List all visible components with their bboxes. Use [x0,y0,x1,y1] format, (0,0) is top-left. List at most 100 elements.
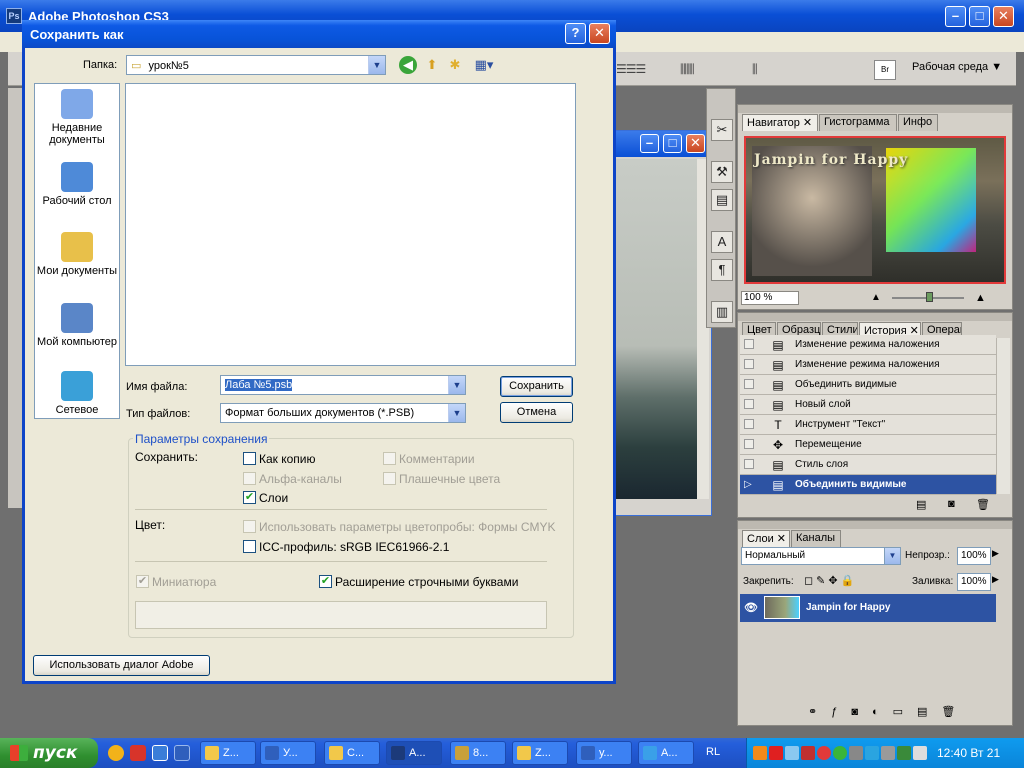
use-adobe-dialog-button[interactable]: Использовать диалог Adobe [33,655,210,676]
fill-input[interactable]: 100% [957,573,991,591]
tab-channels[interactable]: Каналы [791,530,841,547]
blend-mode-select[interactable]: Нормальный ▼ [741,547,901,565]
tray-device-icon[interactable] [849,746,863,760]
place-recent-documents[interactable]: Недавние документы [35,89,119,146]
tray-security-icon[interactable] [801,746,815,760]
quicklaunch-window-icon[interactable] [152,745,168,761]
back-icon[interactable]: ◀ [399,56,417,74]
folder-select[interactable]: ▭ урок№5 ▼ [126,55,386,75]
layer-comps-icon[interactable]: ▥ [711,301,733,323]
auto-align-icon[interactable]: ⫼ [752,62,757,76]
tray-usb-icon[interactable] [881,746,895,760]
close-icon[interactable]: ✕ [803,117,812,129]
history-source-checkbox[interactable] [744,359,754,369]
history-scrollbar[interactable] [996,338,1010,494]
fill-arrow-icon[interactable]: ▶ [992,574,999,585]
place-my-computer[interactable]: Мой компьютер [35,303,119,348]
brushes-icon[interactable]: ⚒ [711,161,733,183]
navigator-preview[interactable]: Jampin for Happy [744,136,1006,284]
document-canvas[interactable] [615,159,697,499]
tray-icq-icon[interactable] [833,746,847,760]
history-item[interactable]: ▤ Изменение режима наложения [740,355,996,375]
place-my-documents[interactable]: Мои документы [35,232,119,277]
place-desktop[interactable]: Рабочий стол [35,162,119,207]
save-button[interactable]: Сохранить [500,376,573,397]
lock-icons[interactable]: ◻✎✥🔒 [804,574,857,587]
opacity-input[interactable]: 100% [957,547,991,565]
quicklaunch-aim-icon[interactable] [108,745,124,761]
spot-colors-checkbox[interactable] [383,472,396,485]
doc-close-button[interactable]: ✕ [686,134,705,153]
taskbar-task-button[interactable]: у... [576,741,632,765]
brush-preset-icon[interactable]: Br [874,60,896,80]
zoom-out-icon[interactable]: ▲ [871,292,881,303]
tray-flag-icon[interactable] [865,746,879,760]
history-item[interactable]: ▷ ▤ Объединить видимые [740,475,996,495]
tab-histogram[interactable]: Гистограмма [819,114,897,131]
taskbar-task-button[interactable]: У... [260,741,316,765]
align-top-icon[interactable]: ☰☰☰ [616,62,646,76]
tab-info[interactable]: Инфо [898,114,938,131]
history-item[interactable]: ✥ Перемещение [740,435,996,455]
paragraph-icon[interactable]: ¶ [711,259,733,281]
history-source-checkbox[interactable] [744,339,754,349]
zoom-slider-thumb[interactable] [926,292,933,302]
view-menu-icon[interactable]: ▦▾ [471,56,497,74]
new-folder-icon[interactable]: ✱ [446,56,464,74]
history-source-checkbox[interactable]: ▷ [744,479,754,490]
quicklaunch-app-icon[interactable] [130,745,146,761]
history-source-checkbox[interactable] [744,459,754,469]
doc-minimize-button[interactable]: – [640,134,659,153]
doc-maximize-button[interactable]: □ [663,134,682,153]
trash-icon[interactable]: 🗑 [976,498,990,511]
layers-checkbox[interactable]: ✔ [243,491,256,504]
eye-icon[interactable]: 👁 [744,601,758,614]
character-icon[interactable]: A [711,231,733,253]
start-button[interactable]: пуск [0,738,98,768]
taskbar-task-button[interactable]: Z... [200,741,256,765]
ps-minimize-button[interactable]: – [945,6,966,27]
new-document-icon[interactable]: ▤ [916,498,926,511]
snapshot-icon[interactable]: ◙ [948,498,955,510]
taskbar-task-button[interactable]: 8... [450,741,506,765]
language-indicator[interactable]: RL [706,746,720,758]
tray-antivirus-icon[interactable] [769,746,783,760]
filetype-select[interactable]: Формат больших документов (*.PSB) ▼ [220,403,466,423]
icc-profile-checkbox[interactable] [243,540,256,553]
place-network[interactable]: Сетевое [35,371,119,416]
tray-media-icon[interactable] [753,746,767,760]
clone-source-icon[interactable]: ▤ [711,189,733,211]
history-source-checkbox[interactable] [744,399,754,409]
zoom-in-icon[interactable]: ▲ [975,292,986,304]
up-folder-icon[interactable]: ⬆ [423,56,441,74]
taskbar-task-button[interactable]: С... [324,741,380,765]
opacity-arrow-icon[interactable]: ▶ [992,548,999,559]
alpha-channels-checkbox[interactable] [243,472,256,485]
tray-app-icon[interactable] [897,746,911,760]
tab-layers[interactable]: Слои ✕ [742,530,790,547]
filename-input[interactable]: Лаба №5.psb ▼ [220,375,466,395]
history-source-checkbox[interactable] [744,439,754,449]
ps-maximize-button[interactable]: □ [969,6,990,27]
history-item[interactable]: ▤ Новый слой [740,395,996,415]
cancel-button[interactable]: Отмена [500,402,573,423]
history-item[interactable]: ▤ Стиль слоя [740,455,996,475]
distribute-icon[interactable]: ⫼⫼⫼ [680,62,695,76]
help-button[interactable]: ? [565,23,586,44]
proof-setup-checkbox[interactable] [243,520,256,533]
zoom-input[interactable]: 100 % [741,291,799,305]
taskbar-task-button[interactable]: А... [386,741,442,765]
close-icon[interactable]: ✕ [777,533,786,545]
history-source-checkbox[interactable] [744,419,754,429]
taskbar-task-button[interactable]: Z... [512,741,568,765]
tray-opera-icon[interactable] [817,746,831,760]
thumbnail-checkbox[interactable]: ✔ [136,575,149,588]
as-copy-checkbox[interactable] [243,452,256,465]
quicklaunch-desktop-icon[interactable] [174,745,190,761]
history-item[interactable]: ▤ Объединить видимые [740,375,996,395]
tab-navigator[interactable]: Навигатор ✕ [742,114,818,131]
history-item[interactable]: ▤ Изменение режима наложения [740,335,996,355]
tray-network-icon[interactable] [785,746,799,760]
ps-close-button[interactable]: ✕ [993,6,1014,27]
taskbar-task-button[interactable]: А... [638,741,694,765]
